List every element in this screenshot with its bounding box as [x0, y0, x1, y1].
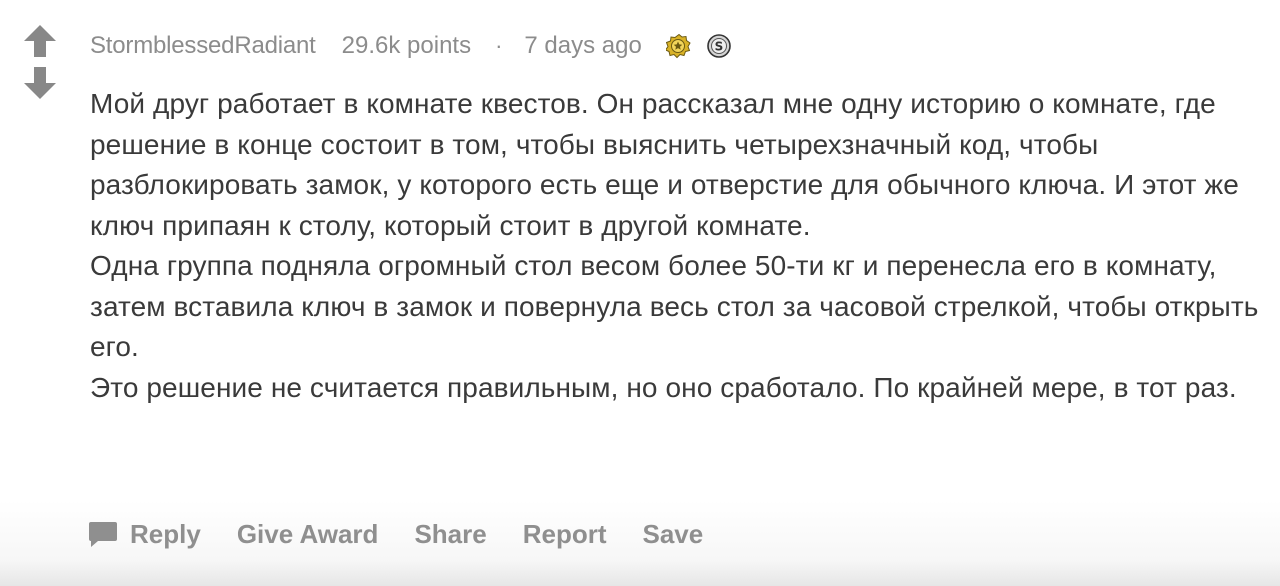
save-label: Save [642, 518, 704, 549]
upvote-arrow-icon [24, 25, 56, 57]
comment-paragraph: Одна группа подняла огромный стол весом … [90, 250, 1259, 362]
comment-author-link[interactable]: StormblessedRadiant [90, 32, 316, 60]
downvote-button[interactable] [22, 66, 58, 100]
comment-paragraph: Это решение не считается правильным, но … [90, 371, 1237, 403]
reply-button[interactable]: Reply [88, 519, 201, 550]
comment-header: StormblessedRadiant 29.6k points · 7 day… [90, 28, 732, 64]
comment-paragraph: Мой друг работает в комнате квестов. Он … [90, 88, 1239, 241]
reply-label: Reply [130, 518, 201, 549]
comment-bubble-icon [88, 520, 118, 548]
give-award-button[interactable]: Give Award [237, 519, 379, 550]
report-button[interactable]: Report [523, 519, 607, 550]
silver-award-icon[interactable] [665, 33, 692, 59]
share-button[interactable]: Share [414, 519, 486, 550]
give-award-label: Give Award [236, 518, 379, 549]
report-label: Report [522, 518, 607, 549]
comment-points: 29.6k points [341, 32, 472, 59]
share-label: Share [414, 518, 487, 549]
comment-timestamp[interactable]: 7 days ago [524, 32, 641, 60]
award-s-icon[interactable]: S [706, 33, 732, 59]
downvote-arrow-icon [24, 67, 56, 99]
comment-action-bar: Reply Give Award Share Report Save [88, 514, 739, 554]
save-button[interactable]: Save [642, 519, 703, 550]
svg-text:S: S [715, 40, 724, 54]
upvote-button[interactable] [22, 24, 58, 58]
vote-column [22, 24, 58, 104]
comment-body: Мой друг работает в комнате квестов. Он … [90, 84, 1260, 408]
header-separator: · [495, 33, 503, 58]
